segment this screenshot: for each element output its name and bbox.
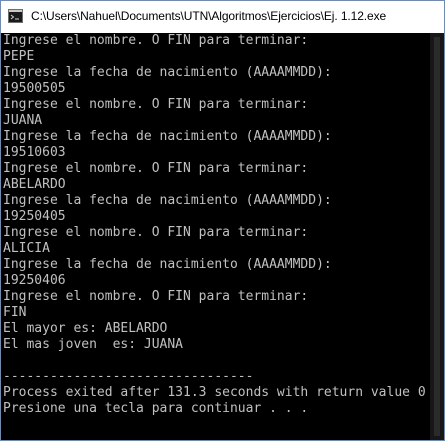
console-line: Ingrese la fecha de nacimiento (AAAAMMDD… [3,257,332,272]
console-line: Process exited after 131.3 seconds with … [3,385,426,400]
console-line: El mas joven es: JUANA [3,337,184,352]
console-output[interactable]: Ingrese el nombre. O FIN para terminar: … [1,33,430,440]
console-line: Ingrese la fecha de nacimiento (AAAAMMDD… [3,65,332,80]
console-window: C:\Users\Nahuel\Documents\UTN\Algoritmos… [0,0,445,441]
console-line: El mayor es: ABELARDO [3,321,168,336]
console-line: 19250405 [3,209,66,224]
console-line: Ingrese el nombre. O FIN para terminar: [3,33,309,48]
console-line: FIN [3,305,27,320]
console-line: JUANA [3,113,43,128]
console-line: 19510603 [3,145,66,160]
console-line: ABELARDO [3,177,66,192]
console-line: Ingrese el nombre. O FIN para terminar: [3,97,309,112]
console-line: Ingrese la fecha de nacimiento (AAAAMMDD… [3,193,332,208]
console-separator-line: -------------------------------- [3,369,254,384]
window-title: C:\Users\Nahuel\Documents\UTN\Algoritmos… [31,9,387,23]
console-line: 19250406 [3,273,66,288]
console-line: Ingrese el nombre. O FIN para terminar: [3,161,309,176]
console-line: Ingrese el nombre. O FIN para terminar: [3,289,309,304]
console-line: Ingrese la fecha de nacimiento (AAAAMMDD… [3,129,332,144]
console-line: PEPE [3,49,35,64]
scrollbar-thumb[interactable] [434,37,440,436]
title-bar[interactable]: C:\Users\Nahuel\Documents\UTN\Algoritmos… [1,1,444,33]
vertical-scrollbar[interactable] [430,33,444,440]
console-line: ALICIA [3,241,50,256]
console-line: 19500505 [3,81,66,96]
console-app-icon [8,9,23,23]
console-line: Presione una tecla para continuar . . . [3,401,309,416]
console-line: Ingrese el nombre. O FIN para terminar: [3,225,309,240]
